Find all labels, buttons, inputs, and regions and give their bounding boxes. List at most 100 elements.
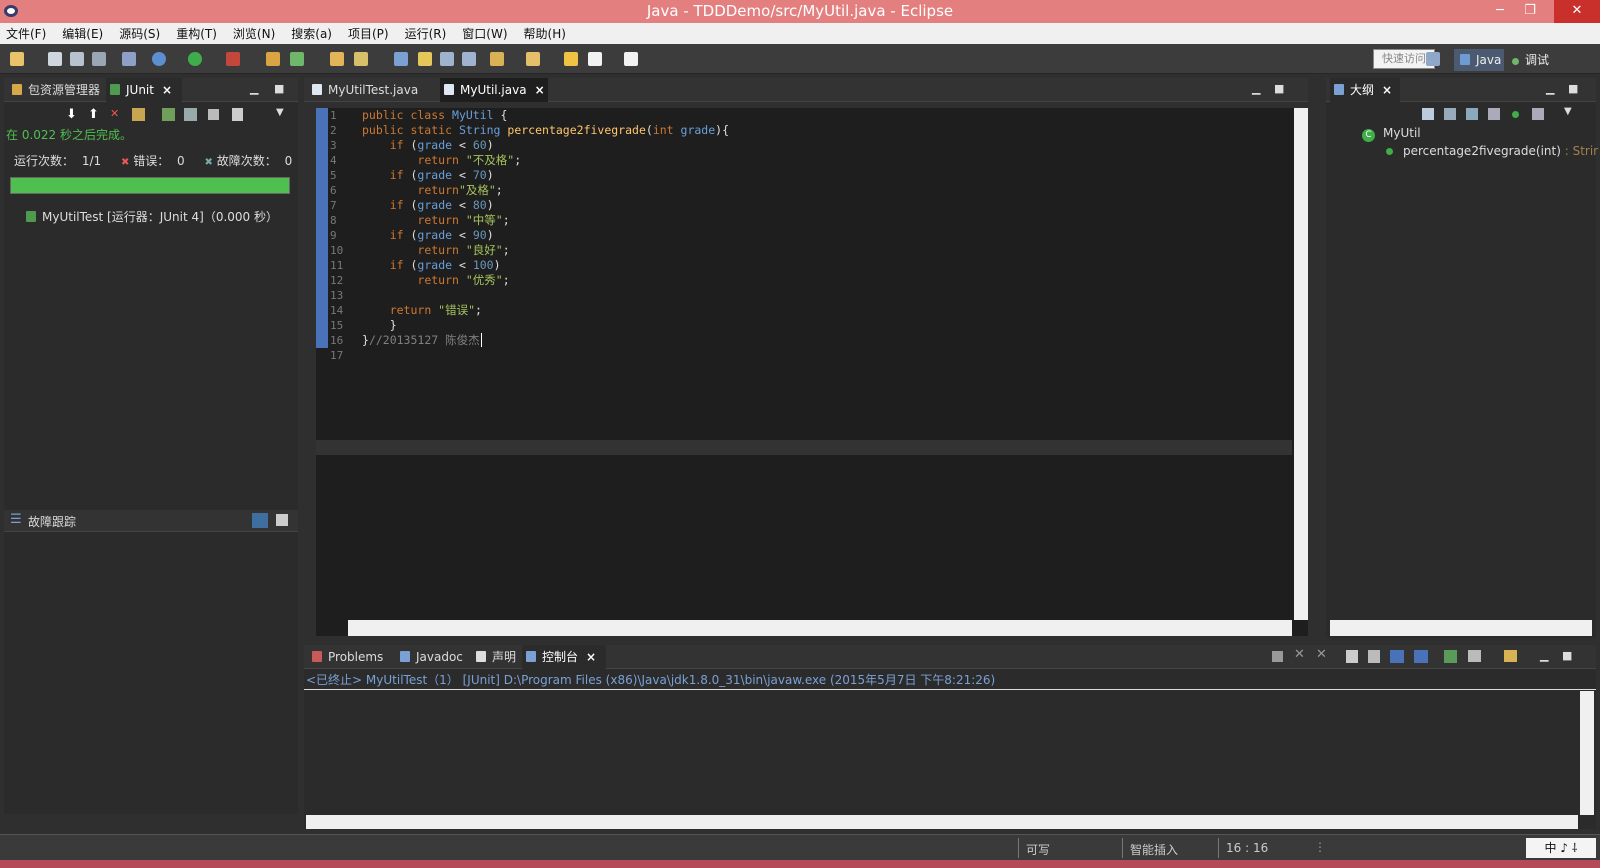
debug-icon[interactable] bbox=[152, 52, 166, 66]
prev-failure-icon[interactable]: ⬆ bbox=[88, 107, 99, 122]
menu-project[interactable]: 项目(P) bbox=[348, 25, 389, 42]
tab-problems[interactable]: Problems bbox=[308, 645, 383, 669]
editor-vertical-scrollbar[interactable] bbox=[1294, 108, 1308, 620]
save-icon[interactable] bbox=[48, 52, 62, 66]
skip-breakpoints-icon[interactable] bbox=[122, 52, 136, 66]
show-stdout-icon[interactable] bbox=[1390, 650, 1404, 663]
tab-javadoc[interactable]: Javadoc bbox=[396, 645, 463, 669]
save-all-icon[interactable] bbox=[70, 52, 84, 66]
tab-junit[interactable]: JUnit × bbox=[106, 78, 182, 102]
code-line[interactable]: return "良好"; bbox=[362, 243, 729, 258]
minimize-icon[interactable]: ▁ bbox=[1540, 649, 1548, 662]
maximize-icon[interactable]: ■ bbox=[1274, 82, 1284, 95]
pin-console-icon[interactable] bbox=[1444, 650, 1457, 663]
code-line[interactable]: return"及格"; bbox=[362, 183, 729, 198]
display-console-icon[interactable] bbox=[1468, 650, 1481, 662]
minimize-icon[interactable]: ▁ bbox=[250, 82, 258, 95]
code-line[interactable] bbox=[362, 348, 729, 363]
new-icon[interactable] bbox=[10, 52, 24, 66]
next-annotation-icon[interactable] bbox=[490, 52, 504, 66]
menu-source[interactable]: 源码(S) bbox=[119, 25, 160, 42]
back-arrow-icon[interactable] bbox=[588, 52, 602, 66]
close-button[interactable]: ✕ bbox=[1554, 0, 1600, 23]
rerun-icon[interactable] bbox=[162, 108, 175, 121]
code-line[interactable]: } bbox=[362, 318, 729, 333]
console-vertical-scrollbar[interactable] bbox=[1580, 691, 1594, 815]
toggle-mark-icon[interactable] bbox=[394, 52, 408, 66]
compare-icon[interactable] bbox=[276, 514, 288, 526]
java-perspective-button[interactable]: Java bbox=[1454, 49, 1504, 71]
show-whitespace-icon[interactable] bbox=[462, 52, 476, 66]
stop-icon[interactable] bbox=[208, 109, 219, 120]
tab-myutil[interactable]: MyUtil.java × bbox=[440, 78, 548, 102]
restore-button[interactable]: ❐ bbox=[1516, 0, 1544, 23]
next-failure-icon[interactable]: ⬇ bbox=[66, 107, 77, 122]
close-tab-icon[interactable]: × bbox=[586, 650, 596, 664]
collapse-all-icon[interactable] bbox=[1422, 108, 1434, 120]
menu-file[interactable]: 文件(F) bbox=[6, 25, 46, 42]
sort-icon[interactable] bbox=[1444, 108, 1456, 120]
ime-indicator[interactable]: 中 ♪ ⸸ bbox=[1526, 838, 1596, 858]
close-tab-icon[interactable]: × bbox=[162, 83, 172, 97]
hide-fields-icon[interactable] bbox=[1466, 108, 1478, 120]
minimize-button[interactable]: ─ bbox=[1486, 0, 1514, 23]
code-line[interactable]: return "错误"; bbox=[362, 303, 729, 318]
outline-method[interactable]: percentage2fivegrade(int) : Strir bbox=[1386, 144, 1598, 158]
remove-launch-icon[interactable]: ✕ bbox=[1294, 647, 1305, 662]
menu-window[interactable]: 窗口(W) bbox=[462, 25, 507, 42]
remove-all-icon[interactable]: ✕ bbox=[1316, 647, 1327, 662]
console-horizontal-scrollbar[interactable] bbox=[306, 815, 1578, 829]
close-tab-icon[interactable]: × bbox=[535, 83, 545, 97]
test-tree-item[interactable]: MyUtilTest [运行器：JUnit 4]（0.000 秒） bbox=[26, 208, 278, 225]
status-menu-icon[interactable]: ⋮ bbox=[1314, 840, 1326, 854]
tab-myutiltest[interactable]: MyUtilTest.java bbox=[308, 78, 436, 102]
last-edit-icon[interactable] bbox=[564, 52, 578, 66]
forward-arrow-icon[interactable] bbox=[624, 52, 638, 66]
menu-navigate[interactable]: 浏览(N) bbox=[233, 25, 275, 42]
outline-class[interactable]: C MyUtil bbox=[1362, 126, 1421, 142]
run-icon[interactable] bbox=[188, 52, 202, 66]
print-icon[interactable] bbox=[92, 52, 106, 66]
new-java-project-icon[interactable] bbox=[266, 52, 280, 66]
maximize-icon[interactable]: ■ bbox=[274, 82, 284, 95]
code-line[interactable]: public class MyUtil { bbox=[362, 108, 729, 123]
close-tab-icon[interactable]: × bbox=[1382, 83, 1392, 97]
new-package-icon[interactable] bbox=[290, 52, 304, 66]
test-history-icon[interactable] bbox=[232, 108, 243, 121]
block-selection-icon[interactable] bbox=[440, 52, 454, 66]
terminate-icon[interactable] bbox=[1272, 651, 1283, 662]
external-tools-icon[interactable] bbox=[226, 52, 240, 66]
code-line[interactable]: if (grade < 90) bbox=[362, 228, 729, 243]
code-line[interactable]: if (grade < 100) bbox=[362, 258, 729, 273]
show-failures-only-icon[interactable]: ✕ bbox=[110, 107, 119, 120]
code-line[interactable]: return "不及格"; bbox=[362, 153, 729, 168]
code-editor[interactable]: 1 2 3 4 5 6 7 8 9 10 11 12 13 14 15 16 17 public class M… bbox=[316, 108, 1308, 636]
show-stderr-icon[interactable] bbox=[1414, 650, 1428, 663]
code-line[interactable]: }//20135127 陈俊杰 bbox=[362, 333, 729, 348]
code-line[interactable]: if (grade < 80) bbox=[362, 198, 729, 213]
toggle-highlight-icon[interactable] bbox=[418, 52, 432, 66]
hide-nonpublic-icon[interactable] bbox=[1512, 111, 1519, 118]
debug-perspective-button[interactable]: 调试 bbox=[1512, 49, 1572, 71]
source-code[interactable]: public class MyUtil {public static Strin… bbox=[362, 108, 729, 363]
filter-stack-icon[interactable] bbox=[252, 513, 268, 528]
search-icon[interactable] bbox=[354, 52, 368, 66]
scroll-lock-icon[interactable] bbox=[1368, 650, 1380, 663]
menu-edit[interactable]: 编辑(E) bbox=[62, 25, 103, 42]
prev-annotation-icon[interactable] bbox=[526, 52, 540, 66]
hide-local-types-icon[interactable] bbox=[1532, 108, 1544, 120]
rerun-failed-icon[interactable] bbox=[184, 108, 197, 121]
view-menu-icon[interactable]: ▼ bbox=[1564, 106, 1572, 117]
tab-console[interactable]: 控制台 × bbox=[522, 645, 606, 669]
console-output[interactable] bbox=[306, 691, 1578, 815]
tab-outline[interactable]: 大纲 × bbox=[1330, 78, 1400, 102]
clear-console-icon[interactable] bbox=[1346, 650, 1358, 663]
code-line[interactable]: return "优秀"; bbox=[362, 273, 729, 288]
tab-declaration[interactable]: 声明 bbox=[472, 645, 516, 669]
menu-run[interactable]: 运行(R) bbox=[405, 25, 447, 42]
view-menu-icon[interactable]: ▼ bbox=[276, 107, 284, 118]
code-line[interactable] bbox=[362, 288, 729, 303]
open-perspective-icon[interactable] bbox=[1426, 52, 1440, 66]
maximize-icon[interactable]: ■ bbox=[1568, 82, 1578, 95]
tab-package-explorer[interactable]: 包资源管理器 bbox=[8, 78, 100, 102]
